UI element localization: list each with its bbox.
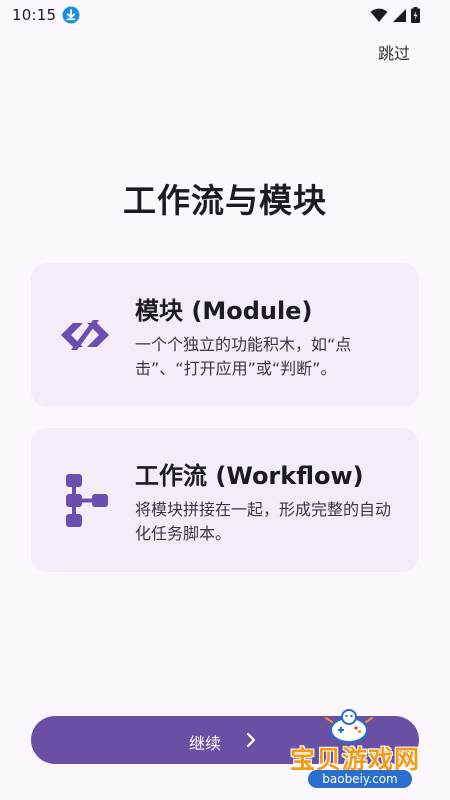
watermark: 宝贝游戏网 baobeiy.com xyxy=(284,706,450,794)
battery-charging-icon xyxy=(411,7,420,23)
signal-icon xyxy=(393,8,406,22)
workflow-card-title: 工作流 (Workflow) xyxy=(135,462,364,490)
workflow-card: 工作流 (Workflow) 将模块拼接在一起，形成完整的自动化任务脚本。 xyxy=(31,428,419,572)
status-bar: 10:15 xyxy=(0,0,450,32)
status-icons xyxy=(370,7,420,23)
workflow-nodes-icon xyxy=(66,474,108,527)
onboarding-screen: 10:15 跳过 工作流与模块 模块 (Module) 一个个独立的功能积木，如… xyxy=(0,0,450,800)
module-card-title: 模块 (Module) xyxy=(135,297,313,325)
module-card: 模块 (Module) 一个个独立的功能积木，如“点击”、“打开应用”或“判断”… xyxy=(31,263,419,407)
page-title: 工作流与模块 xyxy=(123,181,327,220)
wifi-icon xyxy=(370,8,388,22)
code-brackets-icon xyxy=(61,320,109,350)
gamepad-logo-icon xyxy=(325,709,373,743)
workflow-card-description: 将模块拼接在一起，形成完整的自动化任务脚本。 xyxy=(135,500,392,543)
chevron-right-icon xyxy=(246,732,256,748)
watermark-url: baobeiy.com xyxy=(308,770,412,788)
module-card-description: 一个个独立的功能积木，如“点击”、“打开应用”或“判断”。 xyxy=(135,335,352,378)
download-icon xyxy=(62,6,80,24)
continue-label: 继续 xyxy=(189,734,222,753)
skip-button[interactable]: 跳过 xyxy=(378,40,410,64)
status-time: 10:15 xyxy=(12,6,57,24)
